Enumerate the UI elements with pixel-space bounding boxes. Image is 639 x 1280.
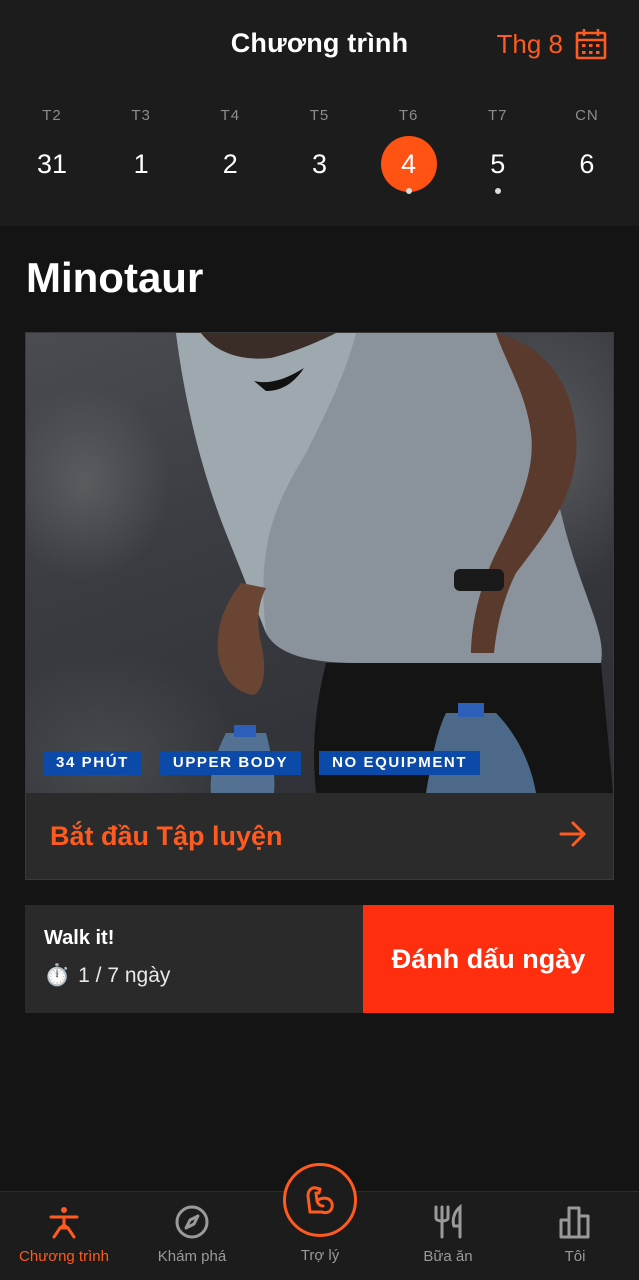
day-name: T7 [488, 107, 508, 124]
duration-tag: 34 PHÚT [43, 751, 142, 775]
day-name: T5 [309, 107, 330, 124]
nav-item-explore[interactable]: Khám phá [128, 1192, 256, 1280]
nav-label: Trợ lý [300, 1247, 340, 1264]
assistant-button[interactable] [283, 1163, 357, 1237]
day-fri[interactable]: T6 4 [365, 106, 453, 206]
calendar-icon [575, 28, 607, 60]
challenge-card: Walk it! ⏱️ 1 / 7 ngày Đánh dấu ngày [25, 905, 614, 1013]
day-sun[interactable]: CN 6 [543, 106, 631, 206]
day-name: T2 [42, 107, 62, 124]
mark-day-button[interactable]: Đánh dấu ngày [363, 905, 614, 1013]
nav-item-meals[interactable]: Bữa ăn [384, 1192, 512, 1280]
challenge-info[interactable]: Walk it! ⏱️ 1 / 7 ngày [25, 905, 363, 1013]
compass-icon [175, 1205, 209, 1239]
bar-chart-icon [559, 1206, 590, 1239]
nav-label: Chương trình [19, 1248, 109, 1265]
arrow-right-icon [559, 821, 587, 852]
workout-tags: 34 PHÚT UPPER BODY NO EQUIPMENT [43, 751, 481, 775]
day-number: 5 [490, 149, 506, 179]
challenge-progress: ⏱️ 1 / 7 ngày [44, 964, 363, 988]
stopwatch-icon: ⏱️ [44, 964, 71, 987]
nav-item-program[interactable]: Chương trình [0, 1192, 128, 1280]
day-number: 1 [133, 149, 149, 179]
day-tue[interactable]: T3 1 [97, 106, 185, 206]
day-name: T3 [131, 107, 151, 124]
equipment-tag: NO EQUIPMENT [319, 751, 481, 775]
challenge-name: Walk it! [44, 927, 115, 949]
day-number: 6 [579, 149, 595, 179]
workout-card[interactable]: 34 PHÚT UPPER BODY NO EQUIPMENT Bắt đầu … [25, 332, 614, 880]
nav-label: Bữa ăn [423, 1248, 473, 1265]
day-name: T4 [220, 107, 241, 124]
day-sat[interactable]: T7 5 [454, 106, 542, 206]
focus-tag: UPPER BODY [159, 751, 302, 775]
month-selector-button[interactable]: Thg 8 [497, 26, 608, 62]
day-name: T6 [398, 107, 419, 124]
day-number: 3 [311, 149, 327, 179]
week-strip: T2 31 T3 1 T4 2 T5 3 T6 4 T7 5 CN 6 [8, 106, 631, 206]
day-number: 4 [380, 136, 437, 192]
month-label: Thg 8 [496, 28, 564, 59]
day-wed[interactable]: T4 2 [186, 106, 274, 206]
start-workout-label: Bắt đầu Tập luyện [50, 820, 283, 851]
header: Chương trình Thg 8 T2 31 T3 1 T4 2 T5 3 … [0, 0, 639, 226]
fork-knife-icon [434, 1204, 462, 1239]
nav-item-me[interactable]: Tôi [511, 1192, 639, 1280]
program-title: Minotaur [26, 254, 204, 301]
athlete-illustration [176, 333, 613, 793]
activity-dot [494, 188, 501, 194]
nav-label: Tôi [564, 1248, 586, 1265]
day-thu[interactable]: T5 3 [275, 106, 363, 206]
nav-label: Khám phá [157, 1248, 227, 1265]
day-number: 2 [222, 149, 238, 179]
day-mon[interactable]: T2 31 [8, 106, 96, 206]
day-number: 31 [36, 149, 68, 179]
flexed-arm-icon [306, 1186, 334, 1215]
activity-dot [405, 188, 412, 194]
workout-hero-image: 34 PHÚT UPPER BODY NO EQUIPMENT [26, 333, 613, 793]
challenge-progress-text: 1 / 7 ngày [78, 964, 171, 987]
yoga-pose-icon [49, 1207, 79, 1239]
day-name: CN [575, 107, 599, 124]
start-workout-button[interactable]: Bắt đầu Tập luyện [26, 793, 613, 879]
